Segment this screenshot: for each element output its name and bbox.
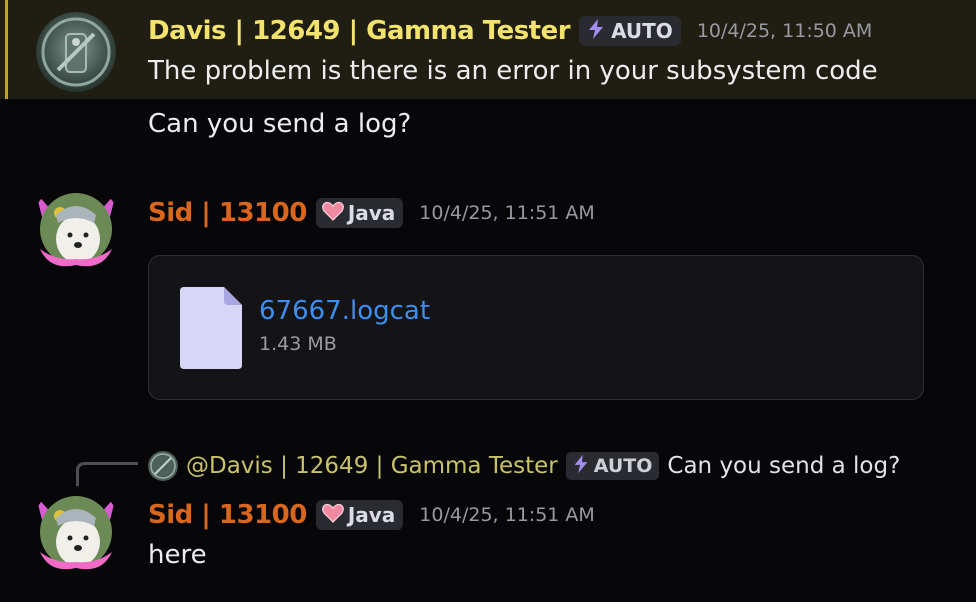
reply-mention[interactable]: @Davis | 12649 | Gamma Tester xyxy=(186,453,558,479)
file-attachment[interactable]: 67667.logcat 1.43 MB xyxy=(148,255,924,400)
avatar-sid[interactable] xyxy=(30,183,122,275)
reply-avatar xyxy=(148,451,178,481)
message-header: Davis | 12649 | Gamma Tester AUTO 10/4/2… xyxy=(148,10,872,52)
badge-label: Java xyxy=(347,503,396,527)
author-name[interactable]: Sid | 13100 xyxy=(148,500,307,530)
role-badge[interactable]: Java xyxy=(315,198,404,228)
avatar-sid[interactable] xyxy=(30,486,122,578)
timestamp[interactable]: 10/4/25, 11:50 AM xyxy=(697,20,873,42)
badge-label: AUTO xyxy=(611,19,673,43)
highlight-bar xyxy=(5,0,8,99)
reply-role-badge: AUTO xyxy=(565,452,660,480)
message-text: here xyxy=(148,540,207,570)
role-badge[interactable]: Java xyxy=(315,500,404,530)
timestamp[interactable]: 10/4/25, 11:51 AM xyxy=(419,504,595,526)
chat-log: Davis | 12649 | Gamma Tester AUTO 10/4/2… xyxy=(0,0,976,602)
heart-icon xyxy=(321,201,344,226)
reply-reference[interactable]: @Davis | 12649 | Gamma Tester AUTO Can y… xyxy=(148,448,900,484)
author-name[interactable]: Sid | 13100 xyxy=(148,198,307,228)
file-icon xyxy=(180,287,242,369)
attachment-filename-link[interactable]: 67667.logcat xyxy=(259,296,430,326)
badge-label: Java xyxy=(347,201,396,225)
reply-preview-text[interactable]: Can you send a log? xyxy=(667,453,900,479)
lightning-icon xyxy=(571,454,591,479)
message-header: Sid | 13100 Java 10/4/25, 11:51 AM xyxy=(148,494,595,536)
attachment-size: 1.43 MB xyxy=(259,333,337,355)
message-header: Sid | 13100 Java 10/4/25, 11:51 AM xyxy=(148,192,595,234)
role-badge[interactable]: AUTO xyxy=(579,16,681,46)
lightning-icon xyxy=(585,18,607,45)
message-text: Can you send a log? xyxy=(148,109,412,139)
avatar-davis[interactable] xyxy=(36,12,116,92)
timestamp[interactable]: 10/4/25, 11:51 AM xyxy=(419,202,595,224)
message-text: The problem is there is an error in your… xyxy=(148,56,878,86)
badge-label: AUTO xyxy=(593,455,653,477)
heart-icon xyxy=(321,503,344,528)
author-name[interactable]: Davis | 12649 | Gamma Tester xyxy=(148,16,571,46)
